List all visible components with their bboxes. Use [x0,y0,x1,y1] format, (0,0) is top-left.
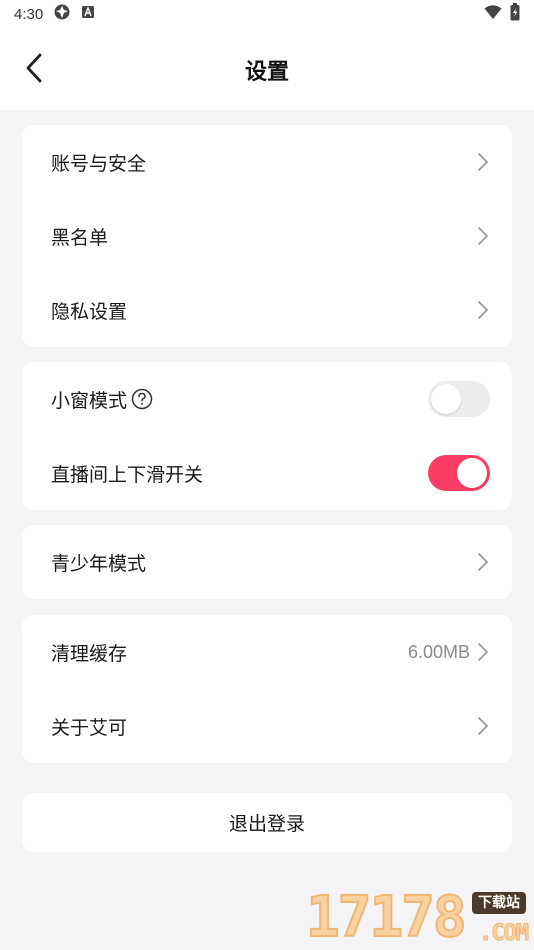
settings-item-about[interactable]: 关于艾可 [22,689,512,763]
toggle-knob [431,384,461,414]
account-settings-card: 账号与安全 黑名单 隐私设置 [22,125,512,347]
logout-button[interactable]: 退出登录 [22,793,512,852]
status-time: 4:30 [14,5,44,23]
settings-item-mini-window: 小窗模式 [22,362,512,436]
item-right [476,152,490,172]
watermark-tag: 下载站 [472,892,526,914]
cache-size-value: 6.00MB [407,641,470,662]
item-right [476,552,490,572]
settings-screen: 4:30 设置 账号与安全 黑名单 隐私设置 小窗模式 直播间上下滑开关 青少年… [0,0,534,950]
text-input-icon [81,5,95,23]
item-label: 隐私设置 [51,300,128,323]
item-label: 账号与安全 [51,152,147,175]
item-label: 关于艾可 [51,716,128,739]
status-bar: 4:30 [0,0,534,28]
chevron-right-icon [478,227,488,245]
item-label: 黑名单 [51,226,109,249]
system-icon [53,3,71,25]
storage-about-card: 清理缓存 6.00MB 关于艾可 [22,615,512,763]
live-swipe-toggle[interactable] [428,455,490,491]
settings-item-live-swipe: 直播间上下滑开关 [22,436,512,510]
item-right [476,226,490,246]
item-right [476,300,490,320]
item-label: 直播间上下滑开关 [51,463,204,486]
chevron-right-icon [478,643,488,661]
item-label: 青少年模式 [51,552,147,575]
status-right [484,3,520,25]
chevron-right-icon [478,553,488,571]
settings-item-youth-mode[interactable]: 青少年模式 [22,525,512,599]
settings-item-account-security[interactable]: 账号与安全 [22,125,512,199]
mini-window-toggle[interactable] [428,381,490,417]
playback-settings-card: 小窗模式 直播间上下滑开关 [22,362,512,510]
settings-item-blacklist[interactable]: 黑名单 [22,199,512,273]
chevron-right-icon [478,717,488,735]
youth-mode-card: 青少年模式 [22,525,512,599]
logout-label: 退出登录 [228,813,305,835]
item-label: 清理缓存 [51,642,128,665]
settings-item-privacy[interactable]: 隐私设置 [22,273,512,347]
site-watermark: 17178 下载站 .COM [305,885,530,950]
item-right [476,716,490,736]
settings-item-clear-cache[interactable]: 清理缓存 6.00MB [22,615,512,689]
chevron-right-icon [478,301,488,319]
item-label: 小窗模式 [51,389,128,412]
status-left: 4:30 [14,3,95,25]
question-circle-icon[interactable] [131,388,153,410]
app-header: 设置 [0,28,534,110]
battery-icon [510,3,520,25]
watermark-digits: 17178 [305,885,468,950]
chevron-right-icon [478,153,488,171]
wifi-icon [484,4,502,24]
item-right: 6.00MB [408,642,490,663]
page-title: 设置 [244,60,289,85]
toggle-knob [457,458,487,488]
watermark-suffix: .COM [479,921,530,947]
